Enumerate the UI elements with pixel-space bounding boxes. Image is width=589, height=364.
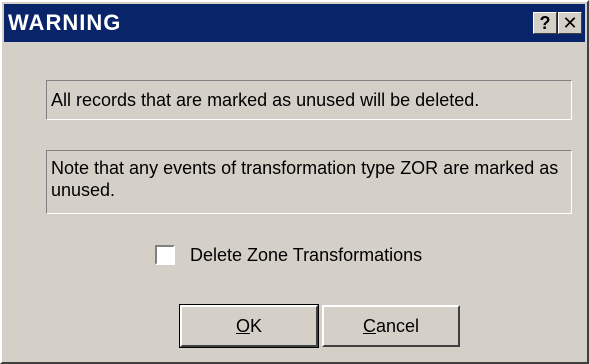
delete-zone-label[interactable]: Delete Zone Transformations — [190, 244, 422, 266]
delete-zone-checkbox[interactable] — [155, 245, 175, 265]
close-button[interactable]: ✕ — [558, 12, 582, 34]
note-panel: Note that any events of transformation t… — [46, 150, 572, 214]
cancel-mnemonic: C — [362, 316, 376, 336]
window-title: WARNING — [8, 10, 122, 35]
cancel-button[interactable]: Cancel — [322, 305, 460, 347]
warning-dialog: WARNING ? ✕ All records that are marked … — [0, 0, 589, 364]
help-icon: ? — [539, 13, 551, 33]
close-icon: ✕ — [562, 13, 578, 33]
message-panel: All records that are marked as unused wi… — [46, 80, 572, 120]
title-bar[interactable]: WARNING ? ✕ — [4, 4, 585, 42]
ok-mnemonic: O — [235, 316, 250, 336]
ok-label-rest: K — [250, 316, 263, 336]
help-button[interactable]: ? — [533, 12, 557, 34]
ok-button[interactable]: OK — [179, 304, 319, 348]
note-text: Note that any events of transformation t… — [51, 158, 559, 200]
cancel-label-rest: ancel — [375, 316, 420, 336]
message-text: All records that are marked as unused wi… — [51, 90, 480, 110]
